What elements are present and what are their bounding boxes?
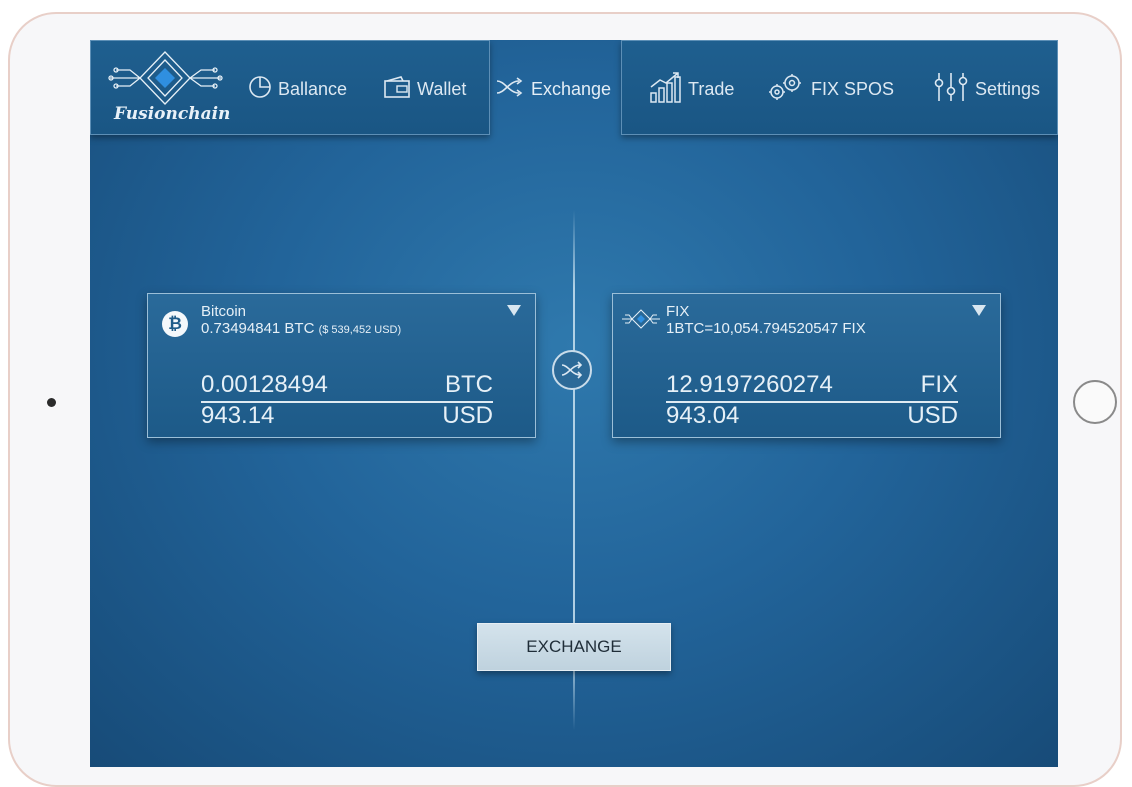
to-value-row: 943.04 USD xyxy=(666,400,958,430)
to-currency-name: FIX xyxy=(666,303,690,320)
from-amount-row[interactable]: 0.00128494 BTC xyxy=(201,369,493,403)
tab-settings[interactable]: Settings xyxy=(933,72,1041,102)
tab-settings-label: Settings xyxy=(975,78,1041,99)
tab-exchange[interactable]: Exchange xyxy=(495,76,611,102)
tab-exchange-label: Exchange xyxy=(531,78,612,99)
shuffle-icon xyxy=(495,75,525,104)
from-balance-amount: 0.73494841 BTC xyxy=(201,320,315,337)
from-balance-usd: ($ 539,452 USD) xyxy=(318,324,402,336)
exchange-button[interactable]: EXCHANGE xyxy=(477,623,671,671)
from-amount-unit: BTC xyxy=(445,371,493,398)
tab-wallet[interactable]: Wallet xyxy=(383,75,467,104)
pie-chart-icon xyxy=(248,75,272,104)
to-amount-unit: FIX xyxy=(920,371,958,398)
bar-chart-icon xyxy=(648,71,682,108)
top-navigation: Fusionchain Ballance Wallet Exchange Tra… xyxy=(90,40,1058,136)
from-value-row: 943.14 USD xyxy=(201,400,493,430)
to-amount-input[interactable]: 12.9197260274 xyxy=(666,371,833,399)
home-button[interactable] xyxy=(1073,380,1117,424)
from-currency-balance: 0.73494841 BTC ($ 539,452 USD) xyxy=(201,321,401,338)
to-currency-card[interactable]: FIX 1BTC=10,054.794520547 FIX 12.9197260… xyxy=(612,293,1001,438)
tab-wallet-label: Wallet xyxy=(417,78,467,99)
from-value: 943.14 xyxy=(201,402,275,429)
to-exchange-rate: 1BTC=10,054.794520547 FIX xyxy=(666,320,866,337)
to-amount-row[interactable]: 12.9197260274 FIX xyxy=(666,369,958,403)
wallet-icon xyxy=(383,75,411,104)
from-currency-name: Bitcoin xyxy=(201,303,247,320)
logo-text: Fusionchain xyxy=(114,104,231,124)
swap-button[interactable] xyxy=(552,350,592,390)
tab-ballance[interactable]: Ballance xyxy=(248,75,348,104)
from-currency-card[interactable]: ₿ Bitcoin 0.73494841 BTC ($ 539,452 USD)… xyxy=(147,293,536,438)
to-value: 943.04 xyxy=(666,402,740,429)
fix-logo-icon xyxy=(622,309,660,329)
tab-ballance-label: Ballance xyxy=(278,78,348,99)
tab-trade[interactable]: Trade xyxy=(648,71,735,103)
gears-icon xyxy=(765,72,805,107)
bitcoin-icon: ₿ xyxy=(162,311,188,337)
sliders-icon xyxy=(933,71,969,108)
dropdown-arrow-icon[interactable] xyxy=(507,305,521,316)
swap-icon xyxy=(561,361,583,379)
from-amount-input[interactable]: 0.00128494 xyxy=(201,371,328,399)
app-screen: Fusionchain Ballance Wallet Exchange Tra… xyxy=(90,40,1058,767)
to-value-unit: USD xyxy=(907,402,958,429)
from-value-unit: USD xyxy=(442,402,493,429)
camera-icon xyxy=(47,398,56,407)
tab-fix-spos-label: FIX SPOS xyxy=(811,78,895,99)
tab-fix-spos[interactable]: FIX SPOS xyxy=(765,73,895,102)
dropdown-arrow-icon[interactable] xyxy=(972,305,986,316)
tab-trade-label: Trade xyxy=(688,78,735,99)
